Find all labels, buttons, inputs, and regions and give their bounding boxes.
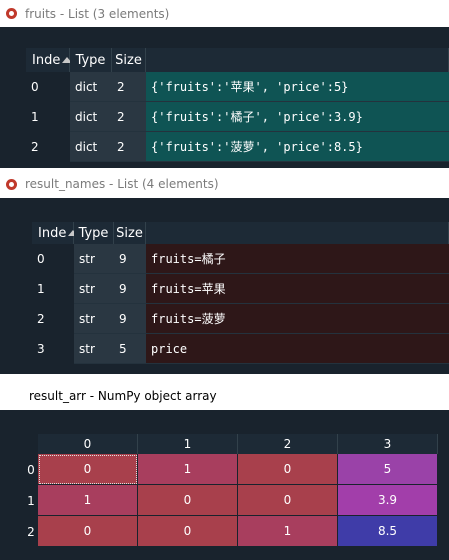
column-header-value[interactable] xyxy=(146,48,449,72)
value-cell[interactable]: fruits=橘子 xyxy=(146,244,449,274)
column-header-type[interactable]: Type xyxy=(74,222,114,244)
array-cell[interactable]: 0 xyxy=(138,516,238,547)
row-header[interactable]: 1 xyxy=(32,274,74,304)
array-column-header[interactable]: 3 xyxy=(338,434,438,454)
array-column-header[interactable]: 2 xyxy=(238,434,338,454)
value-cell[interactable]: {'fruits':'苹果', 'price':5} xyxy=(146,72,449,102)
app-icon xyxy=(6,178,17,190)
array-cell[interactable]: 1 xyxy=(38,485,138,516)
array-row-header[interactable]: 2 xyxy=(24,516,38,547)
row-header[interactable]: 2 xyxy=(32,304,74,334)
size-cell[interactable]: 2 xyxy=(112,132,146,162)
array-cell[interactable]: 8.5 xyxy=(338,516,438,547)
result-names-title-bar: result_names - List (4 elements) xyxy=(0,170,449,198)
array-cell[interactable]: 1 xyxy=(238,516,338,547)
value-cell[interactable]: fruits=苹果 xyxy=(146,274,449,304)
column-header-type[interactable]: Type xyxy=(70,48,112,72)
row-header[interactable]: 0 xyxy=(32,244,74,274)
column-header-size[interactable]: Size xyxy=(114,222,146,244)
column-header-label: Type xyxy=(75,52,106,68)
type-cell[interactable]: str xyxy=(74,244,114,274)
result-arr-title-bar: result_arr - NumPy object array xyxy=(0,382,449,410)
row-header[interactable]: 3 xyxy=(32,334,74,364)
value-cell[interactable]: price xyxy=(146,334,449,364)
column-header-index[interactable]: Inde xyxy=(26,48,73,72)
size-cell[interactable]: 2 xyxy=(112,102,146,132)
value-cell[interactable]: {'fruits':'菠萝', 'price':8.5} xyxy=(146,132,449,162)
array-cell[interactable]: 0 xyxy=(238,485,338,516)
type-cell[interactable]: str xyxy=(74,274,114,304)
column-header-index[interactable]: Inde xyxy=(32,222,79,244)
column-header-label: Inde xyxy=(32,52,61,68)
type-cell[interactable]: str xyxy=(74,304,114,334)
fruits-title-bar: fruits - List (3 elements) xyxy=(0,0,449,27)
array-row-header[interactable]: 1 xyxy=(24,485,38,516)
column-header-label: Type xyxy=(78,225,109,241)
array-row-header[interactable]: 0 xyxy=(24,454,38,485)
array-cell[interactable]: 3.9 xyxy=(338,485,438,516)
type-cell[interactable]: dict xyxy=(70,132,112,162)
array-cell[interactable]: 0 xyxy=(38,454,138,485)
size-cell[interactable]: 9 xyxy=(114,244,146,274)
result-names-window-title: result_names - List (4 elements) xyxy=(25,177,219,191)
column-header-label: Inde xyxy=(38,225,67,241)
app-icon xyxy=(6,8,17,19)
size-cell[interactable]: 9 xyxy=(114,274,146,304)
array-cell[interactable]: 0 xyxy=(238,454,338,485)
array-cell[interactable]: 5 xyxy=(338,454,438,485)
size-cell[interactable]: 2 xyxy=(112,72,146,102)
array-column-header[interactable]: 1 xyxy=(138,434,238,454)
type-cell[interactable]: dict xyxy=(70,102,112,132)
fruits-window-title: fruits - List (3 elements) xyxy=(25,6,170,21)
array-cell[interactable]: 0 xyxy=(38,516,138,547)
value-cell[interactable]: fruits=菠萝 xyxy=(146,304,449,334)
column-header-label: Size xyxy=(116,225,143,241)
array-cell[interactable]: 0 xyxy=(138,485,238,516)
type-cell[interactable]: str xyxy=(74,334,114,364)
type-cell[interactable]: dict xyxy=(70,72,112,102)
column-header-value[interactable] xyxy=(146,222,449,244)
array-cell[interactable]: 1 xyxy=(138,454,238,485)
row-header[interactable]: 2 xyxy=(26,132,70,162)
value-cell[interactable]: {'fruits':'橘子', 'price':3.9} xyxy=(146,102,449,132)
row-header[interactable]: 1 xyxy=(26,102,70,132)
size-cell[interactable]: 9 xyxy=(114,304,146,334)
size-cell[interactable]: 5 xyxy=(114,334,146,364)
column-header-size[interactable]: Size xyxy=(112,48,146,72)
result-arr-window-title: result_arr - NumPy object array xyxy=(29,389,217,403)
row-header[interactable]: 0 xyxy=(26,72,70,102)
array-column-header[interactable]: 0 xyxy=(38,434,138,454)
column-header-label: Size xyxy=(115,52,142,68)
